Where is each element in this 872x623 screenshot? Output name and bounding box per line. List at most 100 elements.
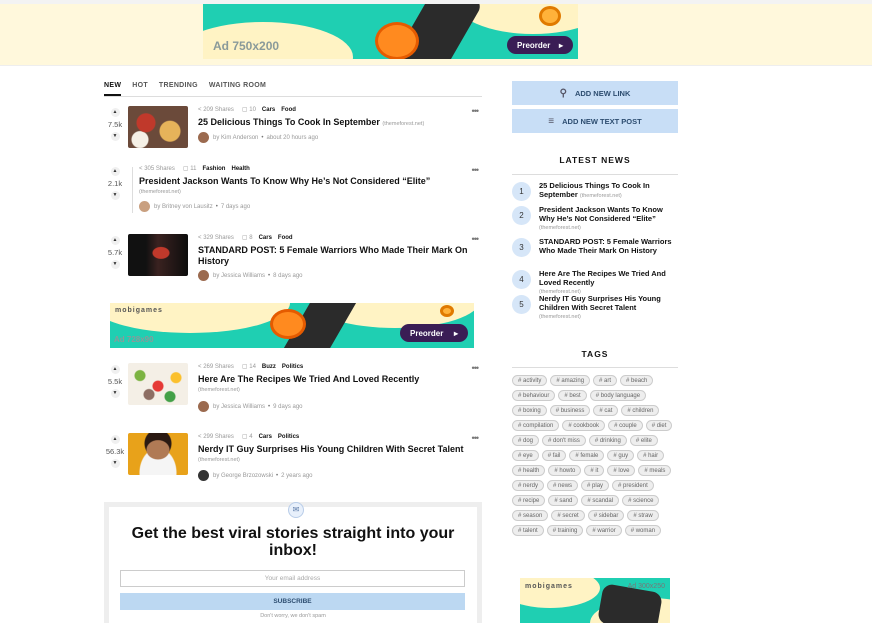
tag-link[interactable]: # president — [612, 480, 654, 491]
more-options-icon[interactable]: ••• — [472, 433, 480, 443]
tag-link[interactable]: # best — [558, 390, 587, 401]
category-link[interactable]: Health — [231, 166, 249, 172]
tag-link[interactable]: # behaviour — [512, 390, 556, 401]
sidebar-ad[interactable]: mobigames Ad 300x250 — [520, 578, 670, 623]
tab-trending[interactable]: TRENDING — [159, 82, 198, 96]
tag-link[interactable]: # howto — [548, 465, 582, 476]
subscribe-button[interactable]: SUBSCRIBE — [120, 593, 465, 610]
tag-link[interactable]: # drinking — [588, 435, 627, 446]
email-input[interactable]: Your email address — [120, 570, 465, 587]
tag-link[interactable]: # recipe — [512, 495, 546, 506]
tab-waiting-room[interactable]: WAITING ROOM — [209, 82, 266, 96]
tag-link[interactable]: # season — [512, 510, 549, 521]
downvote-icon[interactable]: ▼ — [110, 132, 120, 141]
avatar[interactable] — [198, 470, 209, 481]
tag-link[interactable]: # don't miss — [542, 435, 586, 446]
news-title-text[interactable]: Nerdy IT Guy Surprises His Young Childre… — [539, 294, 661, 312]
downvote-icon[interactable]: ▼ — [110, 191, 120, 200]
preorder-button[interactable]: Preorder ▸ — [400, 324, 468, 342]
post-title[interactable]: Here Are The Recipes We Tried And Loved … — [198, 374, 468, 385]
tag-link[interactable]: # elite — [629, 435, 658, 446]
post-title[interactable]: 25 Delicious Things To Cook In September… — [198, 117, 468, 130]
tag-link[interactable]: # activity — [512, 375, 548, 386]
comment-count[interactable]: 11 — [190, 166, 196, 172]
tag-link[interactable]: # compilation — [512, 420, 560, 431]
tag-link[interactable]: # business — [549, 405, 591, 416]
tag-link[interactable]: # science — [622, 495, 660, 506]
news-title-text[interactable]: Here Are The Recipes We Tried And Loved … — [539, 269, 666, 287]
category-link[interactable]: Food — [278, 235, 293, 241]
news-title[interactable]: STANDARD POST: 5 Female Warriors Who Mad… — [539, 237, 679, 255]
comment-count[interactable]: 8 — [249, 235, 252, 241]
tag-link[interactable]: # sand — [548, 495, 579, 506]
preorder-button[interactable]: Preorder ▸ — [507, 36, 573, 54]
category-link[interactable]: Cars — [259, 434, 272, 440]
upvote-icon[interactable]: ▲ — [110, 435, 120, 444]
tag-link[interactable]: # love — [607, 465, 636, 476]
tag-link[interactable]: # health — [512, 465, 546, 476]
tab-hot[interactable]: HOT — [132, 82, 148, 96]
category-link[interactable]: Politics — [278, 434, 299, 440]
tag-link[interactable]: # sidebar — [587, 510, 625, 521]
avatar[interactable] — [198, 270, 209, 281]
post-title[interactable]: Nerdy IT Guy Surprises His Young Childre… — [198, 444, 478, 455]
comment-count[interactable]: 10 — [249, 107, 256, 113]
category-link[interactable]: Food — [281, 107, 296, 113]
more-options-icon[interactable]: ••• — [472, 234, 480, 244]
tag-link[interactable]: # children — [621, 405, 660, 416]
post-title-text[interactable]: 25 Delicious Things To Cook In September — [198, 117, 380, 127]
author-name[interactable]: Britney von Lausitz — [162, 204, 213, 210]
tag-link[interactable]: # body language — [589, 390, 647, 401]
news-title[interactable]: Here Are The Recipes We Tried And Loved … — [539, 269, 679, 297]
tag-link[interactable]: # fail — [541, 450, 567, 461]
add-link-button[interactable]: ⚲ ADD NEW LINK — [512, 81, 678, 105]
tag-link[interactable]: # warrior — [586, 525, 622, 536]
author-name[interactable]: Jessica Williams — [221, 404, 265, 410]
news-title[interactable]: President Jackson Wants To Know Why He’s… — [539, 205, 679, 233]
mid-ad-banner[interactable]: mobigames Ad 728x90 Preorder ▸ — [110, 303, 474, 348]
news-title-text[interactable]: President Jackson Wants To Know Why He’s… — [539, 205, 663, 223]
tag-link[interactable]: # dog — [512, 435, 540, 446]
latest-news-item[interactable]: 3 STANDARD POST: 5 Female Warriors Who Ma… — [512, 237, 679, 266]
avatar[interactable] — [139, 201, 150, 212]
tag-link[interactable]: # female — [569, 450, 605, 461]
tag-link[interactable]: # scandal — [581, 495, 620, 506]
upvote-icon[interactable]: ▲ — [110, 365, 120, 374]
avatar[interactable] — [198, 401, 209, 412]
post-thumbnail[interactable] — [128, 106, 188, 148]
tag-link[interactable]: # training — [546, 525, 584, 536]
tag-link[interactable]: # beach — [620, 375, 654, 386]
top-ad-banner[interactable]: Ad 750x200 Preorder ▸ — [203, 4, 578, 59]
news-title[interactable]: 25 Delicious Things To Cook In September… — [539, 181, 679, 200]
upvote-icon[interactable]: ▲ — [110, 167, 120, 176]
author-name[interactable]: Jessica Williams — [221, 273, 265, 279]
more-options-icon[interactable]: ••• — [472, 165, 480, 175]
upvote-icon[interactable]: ▲ — [110, 236, 120, 245]
tag-link[interactable]: # couple — [608, 420, 643, 431]
tag-link[interactable]: # eye — [512, 450, 539, 461]
downvote-icon[interactable]: ▼ — [110, 260, 120, 269]
tab-new[interactable]: NEW — [104, 82, 122, 96]
category-link[interactable]: Cars — [259, 235, 272, 241]
tag-link[interactable]: # boxing — [512, 405, 547, 416]
more-options-icon[interactable]: ••• — [472, 363, 480, 373]
tag-link[interactable]: # cat — [593, 405, 619, 416]
tag-link[interactable]: # diet — [645, 420, 673, 431]
add-text-post-button[interactable]: ≡ ADD NEW TEXT POST — [512, 109, 678, 133]
avatar[interactable] — [198, 132, 209, 143]
upvote-icon[interactable]: ▲ — [110, 108, 120, 117]
tag-link[interactable]: # art — [593, 375, 618, 386]
author-name[interactable]: George Brzozowski — [221, 473, 273, 479]
tag-link[interactable]: # cookbook — [562, 420, 606, 431]
more-options-icon[interactable]: ••• — [472, 106, 480, 116]
tag-link[interactable]: # hair — [637, 450, 665, 461]
post-title[interactable]: President Jackson Wants To Know Why He’s… — [139, 176, 459, 187]
tag-link[interactable]: # play — [581, 480, 610, 491]
post-thumbnail[interactable] — [128, 363, 188, 405]
tag-link[interactable]: # news — [547, 480, 579, 491]
category-link[interactable]: Cars — [262, 107, 275, 113]
latest-news-item[interactable]: 2 President Jackson Wants To Know Why He’… — [512, 205, 679, 234]
category-link[interactable]: Politics — [282, 364, 303, 370]
tag-link[interactable]: # amazing — [550, 375, 591, 386]
tag-link[interactable]: # it — [584, 465, 605, 476]
